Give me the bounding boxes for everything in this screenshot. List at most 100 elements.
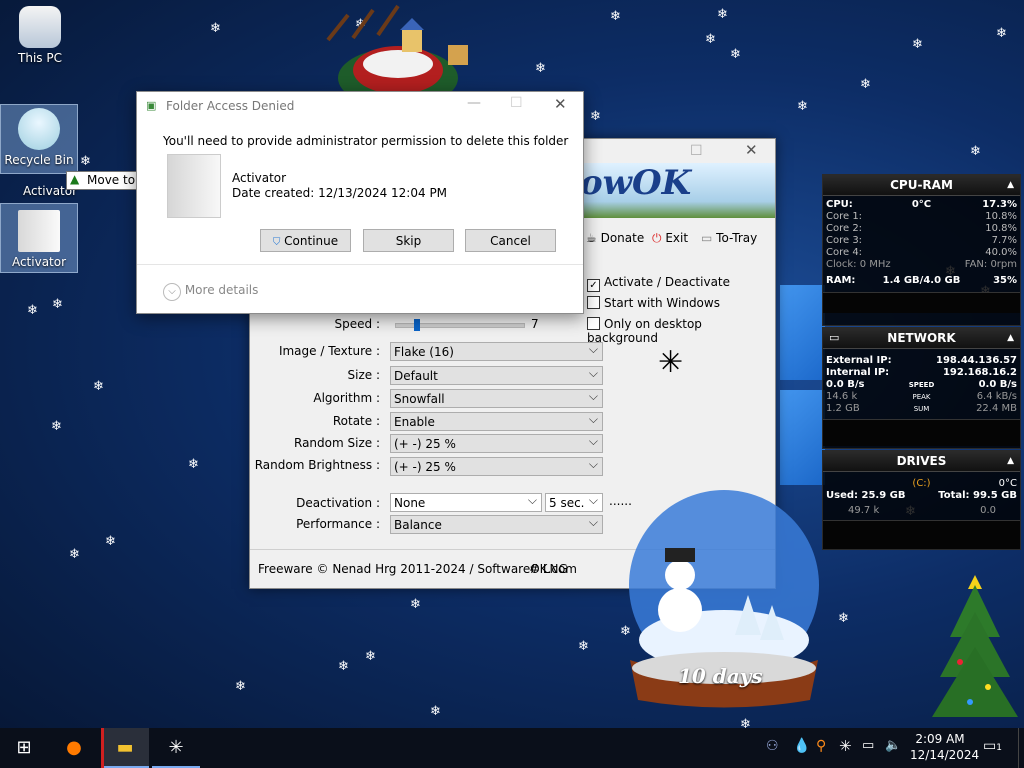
recycle-bin-icon	[18, 108, 60, 150]
checkbox-label: Start with Windows	[604, 296, 720, 310]
window-close-button[interactable]: ✕	[745, 141, 758, 159]
taskbar-snowfall[interactable]: ✳	[152, 728, 200, 768]
desktop-icon-label: Recycle Bin	[4, 153, 74, 167]
algorithm-select[interactable]: Snowfall	[390, 387, 603, 408]
snowflake-icon: ❄	[93, 379, 104, 394]
wallpaper-logo-pane	[780, 285, 825, 380]
maximize-button[interactable]: ☐	[510, 95, 523, 111]
drive-temp: 0°C	[998, 478, 1017, 489]
deactivation-delay-select[interactable]: 5 sec.	[545, 491, 603, 512]
core-value: 10.8%	[985, 223, 1017, 234]
activate-checkbox[interactable]: ✓ Activate / Deactivate	[587, 275, 730, 292]
algorithm-label: Algorithm :	[313, 391, 380, 405]
ram-value: 1.4 GB/4.0 GB	[882, 275, 961, 286]
snowflake-icon: ❄	[410, 597, 421, 612]
item-date: Date created: 12/13/2024 12:04 PM	[232, 186, 448, 200]
donate-label: Donate	[600, 231, 645, 245]
drive-write: 0.0	[980, 505, 996, 516]
only-desktop-checkbox[interactable]: Only on desktop background	[587, 317, 775, 345]
desktop-icon-recycle-bin[interactable]: Recycle Bin	[0, 104, 78, 174]
network-gadget: ▭ NETWORK ▲ External IP: 198.44.136.57 Inte…	[822, 327, 1021, 449]
windows-icon: ⊞	[16, 737, 32, 758]
start-with-windows-checkbox[interactable]: Start with Windows	[587, 296, 720, 310]
tray-network-icon[interactable]: ▭	[862, 738, 874, 753]
folder-icon: ▬	[116, 737, 134, 758]
snowflake-icon: ❄	[105, 534, 116, 549]
deactivation-select[interactable]: None	[390, 491, 542, 512]
core-label: Core 4:	[826, 247, 863, 258]
wallpaper-logo-pane	[780, 390, 825, 485]
clock-date: 12/14/2024	[910, 748, 980, 762]
close-button[interactable]: ✕	[554, 95, 567, 113]
image-texture-select[interactable]: Flake (16)	[390, 340, 603, 361]
checkbox-label: Only on desktop background	[587, 317, 702, 345]
size-select[interactable]: Default	[390, 364, 603, 385]
firefox-icon: ●	[66, 737, 82, 758]
coffee-icon: ☕	[586, 231, 597, 245]
collapse-icon[interactable]: ▲	[1007, 451, 1014, 471]
clock-time: 2:09 AM	[915, 732, 965, 746]
rotate-label: Rotate :	[332, 414, 380, 428]
snowflake-icon: ❄	[717, 7, 728, 22]
core-value: 7.7%	[991, 235, 1017, 246]
rotate-select[interactable]: Enable	[390, 410, 603, 431]
start-button[interactable]: ⊞	[0, 728, 48, 768]
core-value: 10.8%	[985, 211, 1017, 222]
message-icon: ▭	[983, 738, 997, 754]
core-label: Core 3:	[826, 235, 863, 246]
dialog-divider	[137, 264, 583, 265]
snowflake-icon: ❄	[970, 144, 981, 159]
drive-graph	[823, 520, 1020, 549]
network-graph	[823, 419, 1020, 446]
window-maximize-button[interactable]: ☐	[690, 143, 703, 159]
more-details-toggle[interactable]: ⌵ More details	[163, 283, 258, 301]
dialog-message: You'll need to provide administrator per…	[163, 134, 569, 148]
snow-globe-widget: 10 days	[620, 490, 828, 710]
snowflake-preview-icon: ✳	[658, 345, 684, 380]
cpu-percent: 17.3%	[982, 199, 1017, 210]
donate-button[interactable]: ☕ Donate	[586, 231, 644, 245]
file-move-icon: ▣	[146, 99, 157, 112]
random-brightness-select[interactable]: (+ -) 25 %	[390, 455, 603, 476]
random-size-select[interactable]: (+ -) 25 %	[390, 432, 603, 453]
speed-label: Speed :	[334, 317, 380, 331]
tray-search-icon[interactable]: ⚲	[816, 738, 826, 754]
tray-people-icon[interactable]: ⚇	[766, 738, 779, 754]
drive-letter: (C:)	[912, 478, 931, 489]
snowflake-icon: ❄	[610, 9, 621, 24]
minimize-button[interactable]: —	[467, 95, 481, 111]
language-link[interactable]: # LNG	[529, 562, 568, 576]
show-desktop-button[interactable]	[1018, 728, 1024, 768]
exit-button[interactable]: ⏻ Exit	[652, 231, 688, 246]
random-size-label: Random Size :	[294, 436, 380, 450]
checkbox-label: Activate / Deactivate	[604, 275, 731, 289]
notification-center-button[interactable]: ▭1	[983, 738, 1002, 754]
sleigh-decoration	[318, 0, 478, 108]
collapse-icon[interactable]: ▲	[1007, 175, 1014, 195]
speed-slider-thumb[interactable]	[414, 319, 421, 331]
desktop-icon-activator[interactable]: Activator	[0, 203, 78, 273]
speed-slider-track[interactable]	[395, 319, 525, 331]
cancel-button[interactable]: Cancel	[465, 229, 556, 252]
cpu-ram-gadget: CPU-RAM ▲ CPU: 0°C 17.3% Core 1: 10.8% Core …	[822, 174, 1021, 326]
power-icon: ⏻	[652, 231, 662, 245]
skip-button[interactable]: Skip	[363, 229, 454, 252]
peak-up: 6.4 kB/s	[976, 391, 1017, 402]
taskbar-firefox[interactable]: ●	[50, 728, 98, 768]
christmas-tree-icon: ▲	[70, 172, 80, 186]
snowflake-icon: ❄	[578, 639, 589, 654]
desktop-icon-this-pc[interactable]: This PC	[8, 6, 72, 65]
tray-volume-icon[interactable]: 🔈	[885, 738, 901, 753]
to-tray-button[interactable]: ▭ To-Tray	[701, 231, 757, 245]
collapse-icon[interactable]: ▲	[1007, 328, 1014, 348]
tray-snowflake-icon[interactable]: ✳	[839, 737, 852, 755]
continue-button[interactable]: ⛉ Continue	[260, 229, 351, 252]
taskbar-file-explorer[interactable]: ▬	[101, 728, 149, 768]
image-texture-label: Image / Texture :	[278, 344, 380, 358]
tray-clock[interactable]: 2:09 AM 12/14/2024	[910, 731, 980, 763]
performance-select[interactable]: Balance	[390, 513, 603, 534]
tray-drop-icon[interactable]: 💧	[793, 738, 810, 754]
snowflake-icon: ❄	[188, 457, 199, 472]
continue-label: Continue	[284, 234, 339, 248]
snowflake-icon: ❄	[235, 679, 246, 694]
